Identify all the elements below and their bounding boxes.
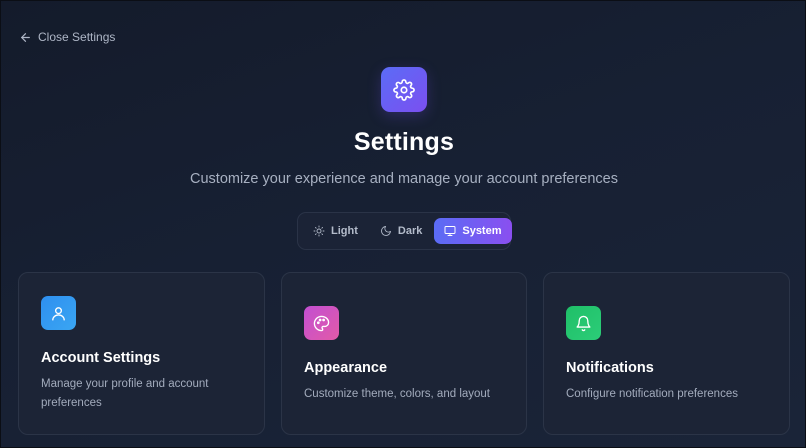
- account-settings-card[interactable]: Account Settings Manage your profile and…: [18, 272, 265, 435]
- account-icon-badge: [41, 296, 76, 330]
- notifications-description: Configure notification preferences: [566, 388, 738, 400]
- close-settings-label: Close Settings: [38, 30, 116, 44]
- theme-option-system[interactable]: System: [434, 218, 512, 244]
- notifications-card[interactable]: Notifications Configure notification pre…: [543, 272, 790, 435]
- notifications-title: Notifications: [566, 360, 654, 376]
- appearance-icon-badge: [304, 306, 339, 340]
- sun-icon: [313, 225, 325, 237]
- page-subtitle: Customize your experience and manage you…: [190, 171, 618, 187]
- settings-gear-badge: [381, 67, 427, 112]
- notifications-icon-badge: [566, 306, 601, 340]
- appearance-title: Appearance: [304, 360, 388, 376]
- theme-switcher: Light Dark System: [297, 212, 512, 250]
- theme-option-dark[interactable]: Dark: [370, 218, 432, 244]
- user-icon: [52, 306, 65, 321]
- theme-option-light-label: Light: [331, 225, 358, 237]
- appearance-description: Customize theme, colors, and layout: [304, 388, 491, 400]
- gear-icon: [393, 78, 415, 101]
- account-settings-title: Account Settings: [41, 350, 161, 366]
- theme-option-dark-label: Dark: [397, 225, 423, 237]
- account-settings-description: Manage your profile and account preferen…: [41, 378, 209, 409]
- monitor-icon: [444, 226, 456, 236]
- theme-option-system-label: System: [462, 225, 502, 237]
- page-title: Settings: [353, 128, 455, 156]
- moon-icon: [380, 226, 391, 236]
- theme-option-light[interactable]: Light: [303, 218, 368, 244]
- appearance-card[interactable]: Appearance Customize theme, colors, and …: [281, 272, 527, 435]
- settings-screen: Close Settings Settings Customize your e…: [0, 0, 806, 448]
- close-settings-link[interactable]: Close Settings: [19, 28, 115, 46]
- palette-icon: [313, 315, 330, 331]
- arrow-left-icon: [21, 32, 30, 42]
- bell-icon: [576, 315, 591, 331]
